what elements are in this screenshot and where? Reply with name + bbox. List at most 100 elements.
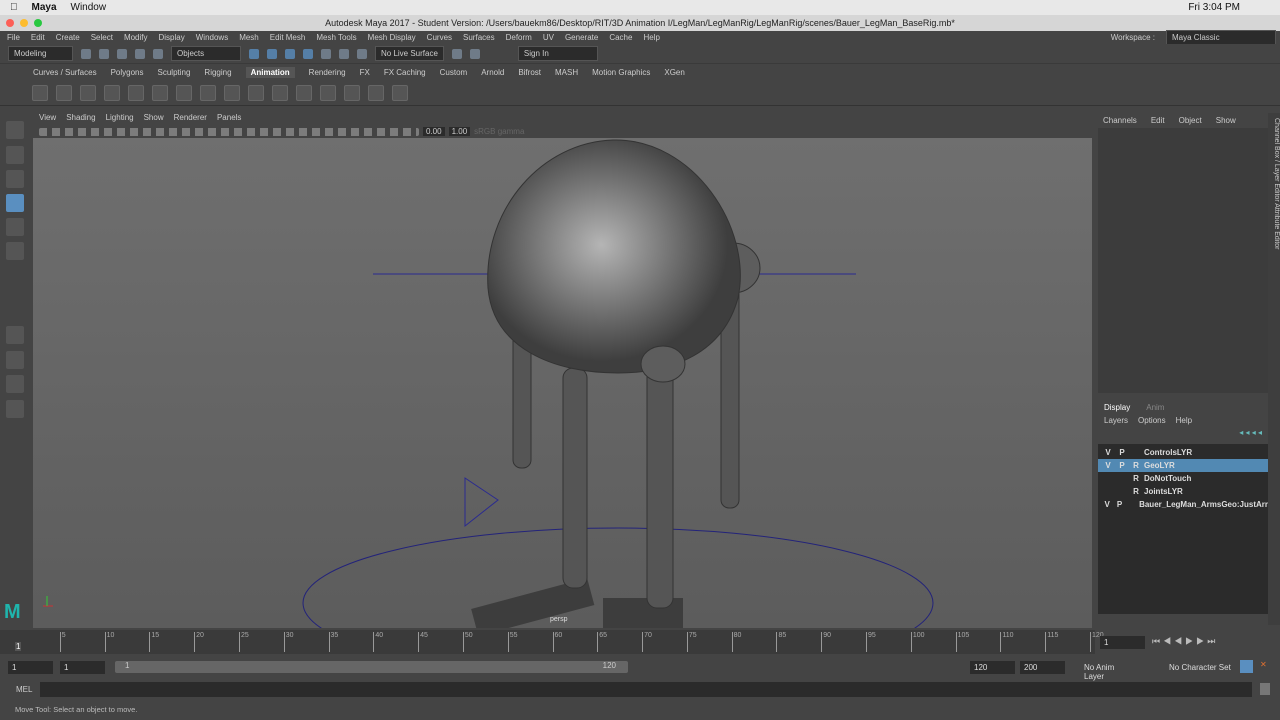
shelf-tab-rendering[interactable]: Rendering — [309, 68, 346, 77]
shelf-button-icon[interactable] — [272, 84, 288, 101]
shelf-button-icon[interactable] — [152, 84, 168, 101]
shelf-tab-mash[interactable]: MASH — [555, 68, 578, 77]
channel-list[interactable] — [1098, 128, 1268, 393]
menu-display[interactable]: Display — [159, 33, 185, 42]
redo-icon[interactable] — [153, 48, 163, 59]
snap-curve-icon[interactable] — [267, 48, 277, 59]
menu-select[interactable]: Select — [91, 33, 113, 42]
channel-menu-object[interactable]: Object — [1179, 116, 1202, 125]
layer-action-icons[interactable]: ◂ ◂ ◂ ◂ — [1098, 428, 1268, 444]
menu-edit[interactable]: Edit — [31, 33, 45, 42]
options-menu[interactable]: Options — [1138, 416, 1166, 426]
visibility-toggle[interactable]: V — [1102, 461, 1114, 470]
app-menu[interactable]: Maya — [32, 2, 57, 13]
shelf-tab-sculpting[interactable]: Sculpting — [158, 68, 191, 77]
shelf-button-icon[interactable] — [296, 84, 312, 101]
shelf-button-icon[interactable] — [128, 84, 144, 101]
playback-start-field[interactable]: 1 — [60, 660, 105, 674]
shelf-button-icon[interactable] — [320, 84, 336, 101]
lasso-tool-icon[interactable] — [6, 146, 24, 164]
shelf-button-icon[interactable] — [368, 84, 384, 101]
menu-file[interactable]: File — [7, 33, 20, 42]
workspace-select[interactable]: Maya Classic — [1166, 30, 1276, 45]
menu-help[interactable]: Help — [643, 33, 659, 42]
shelf-button-icon[interactable] — [32, 84, 48, 101]
playback-controls[interactable]: ⏮◀◀▶▶⏭ — [1152, 636, 1218, 647]
time-slider[interactable]: 5 10 15 20 25 30 35 40 45 50 55 60 65 70 75 80 85 90 95 100… — [0, 630, 1104, 654]
colorspace-select[interactable]: sRGB gamma — [474, 127, 564, 136]
script-language-label[interactable]: MEL — [16, 685, 32, 694]
auto-key-icon[interactable] — [1240, 660, 1253, 673]
tab-display[interactable]: Display — [1104, 403, 1130, 412]
viewport-menu-shading[interactable]: Shading — [66, 113, 95, 125]
selection-mode-select[interactable]: Objects — [171, 46, 241, 61]
snap-plane-icon[interactable] — [303, 48, 313, 59]
menu-cache[interactable]: Cache — [609, 33, 632, 42]
layer-row[interactable]: R DoNotTouch — [1098, 472, 1268, 485]
layer-row[interactable]: R JointsLYR — [1098, 485, 1268, 498]
channel-menu-show[interactable]: Show — [1216, 116, 1236, 125]
visibility-toggle[interactable]: V — [1102, 500, 1112, 509]
layer-row[interactable]: V P R GeoLYR — [1098, 459, 1268, 472]
shelf-button-icon[interactable] — [224, 84, 240, 101]
scale-tool-icon[interactable] — [6, 242, 24, 260]
live-surface-field[interactable]: No Live Surface — [375, 46, 444, 61]
shelf-tab-curves-surfaces[interactable]: Curves / Surfaces — [33, 68, 97, 77]
menu-mesh[interactable]: Mesh — [239, 33, 259, 42]
start-time-field[interactable]: 1 — [8, 660, 53, 674]
close-button[interactable] — [6, 19, 14, 27]
single-view-icon[interactable] — [6, 326, 24, 344]
paint-select-icon[interactable] — [6, 170, 24, 188]
reference-toggle[interactable]: R — [1130, 487, 1142, 496]
menu-uv[interactable]: UV — [543, 33, 554, 42]
tab-anim[interactable]: Anim — [1146, 403, 1164, 412]
menu-generate[interactable]: Generate — [565, 33, 598, 42]
command-input[interactable] — [40, 682, 1252, 697]
reference-toggle[interactable]: R — [1130, 461, 1142, 470]
exposure-field[interactable]: 0.00 — [423, 127, 445, 136]
menu-create[interactable]: Create — [56, 33, 80, 42]
shelf-button-icon[interactable] — [80, 84, 96, 101]
viewport-menu-show[interactable]: Show — [144, 113, 164, 125]
save-scene-icon[interactable] — [117, 48, 127, 59]
menu-curves[interactable]: Curves — [427, 33, 452, 42]
viewport-3d[interactable]: persp — [33, 138, 1092, 628]
panel-toolbar-icons[interactable] — [39, 127, 419, 136]
select-tool-icon[interactable] — [6, 121, 24, 139]
menu-edit-mesh[interactable]: Edit Mesh — [270, 33, 306, 42]
menu-windows[interactable]: Windows — [196, 33, 228, 42]
mode-select[interactable]: Modeling — [8, 46, 73, 61]
viewport-menu-view[interactable]: View — [39, 113, 56, 125]
render-icon[interactable] — [339, 48, 349, 59]
hypershade-icon[interactable] — [469, 48, 480, 59]
current-frame-marker[interactable]: 1 — [15, 642, 22, 651]
open-scene-icon[interactable] — [99, 48, 109, 59]
channel-menu-edit[interactable]: Edit — [1151, 116, 1165, 125]
clock[interactable]: Fri 3:04 PM — [1188, 2, 1240, 13]
menu-modify[interactable]: Modify — [124, 33, 148, 42]
shelf-tab-bifrost[interactable]: Bifrost — [518, 68, 541, 77]
menu-mesh-display[interactable]: Mesh Display — [368, 33, 416, 42]
viewport-menu-renderer[interactable]: Renderer — [174, 113, 207, 125]
range-slider[interactable]: 1 120 — [115, 661, 628, 673]
shelf-tab-fx[interactable]: FX — [360, 68, 370, 77]
character-set-select[interactable]: No Character Set — [1165, 661, 1235, 674]
shelf-tab-polygons[interactable]: Polygons — [111, 68, 144, 77]
shelf-button-icon[interactable] — [56, 84, 72, 101]
four-view-icon[interactable] — [6, 351, 24, 369]
menu-surfaces[interactable]: Surfaces — [463, 33, 495, 42]
shelf-tab-animation[interactable]: Animation — [245, 67, 295, 78]
ipr-render-icon[interactable] — [357, 48, 367, 59]
playback-toggle[interactable]: P — [1116, 448, 1128, 457]
shelf-button-icon[interactable] — [176, 84, 192, 101]
gamma-field[interactable]: 1.00 — [448, 127, 471, 136]
lock-icon[interactable] — [321, 48, 331, 59]
shelf-tab-custom[interactable]: Custom — [440, 68, 468, 77]
render-settings-icon[interactable] — [451, 48, 462, 59]
move-tool-icon[interactable] — [6, 194, 24, 212]
shelf-tab-rigging[interactable]: Rigging — [204, 68, 231, 77]
menu-mesh-tools[interactable]: Mesh Tools — [316, 33, 356, 42]
shelf-tab-motion-graphics[interactable]: Motion Graphics — [592, 68, 650, 77]
current-frame-field[interactable]: 1 — [1100, 636, 1145, 649]
shelf-button-icon[interactable] — [344, 84, 360, 101]
